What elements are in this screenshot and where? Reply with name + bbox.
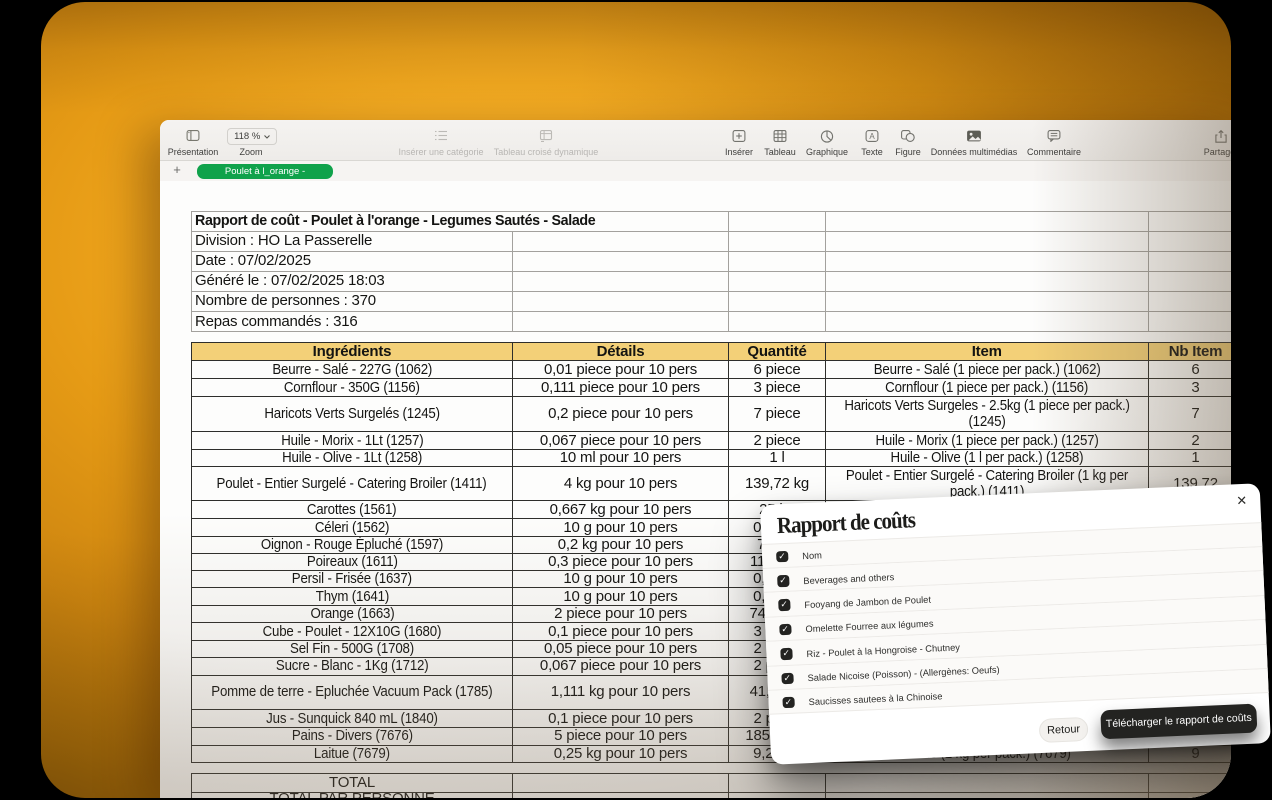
svg-text:A: A — [869, 132, 875, 141]
